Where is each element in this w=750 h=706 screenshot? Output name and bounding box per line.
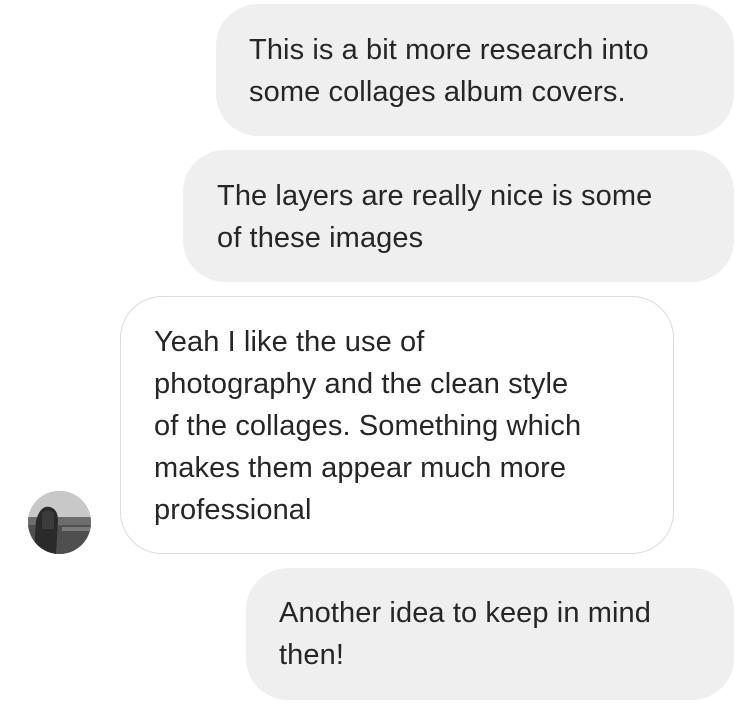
- sent-message-bubble[interactable]: Another idea to keep in mind then!: [246, 568, 734, 700]
- sent-message-bubble[interactable]: This is a bit more research into some co…: [216, 4, 734, 136]
- avatar[interactable]: [28, 491, 91, 554]
- avatar-photo-icon: [28, 491, 91, 554]
- message-text: Another idea to keep in mind then!: [279, 597, 651, 671]
- sent-message-bubble[interactable]: The layers are really nice is some of th…: [183, 150, 734, 282]
- received-message-bubble[interactable]: Yeah I like the use of photography and t…: [120, 296, 674, 554]
- message-text: Yeah I like the use of photography and t…: [154, 326, 582, 526]
- message-text: This is a bit more research into some co…: [249, 34, 649, 108]
- message-text: The layers are really nice is some of th…: [217, 180, 653, 254]
